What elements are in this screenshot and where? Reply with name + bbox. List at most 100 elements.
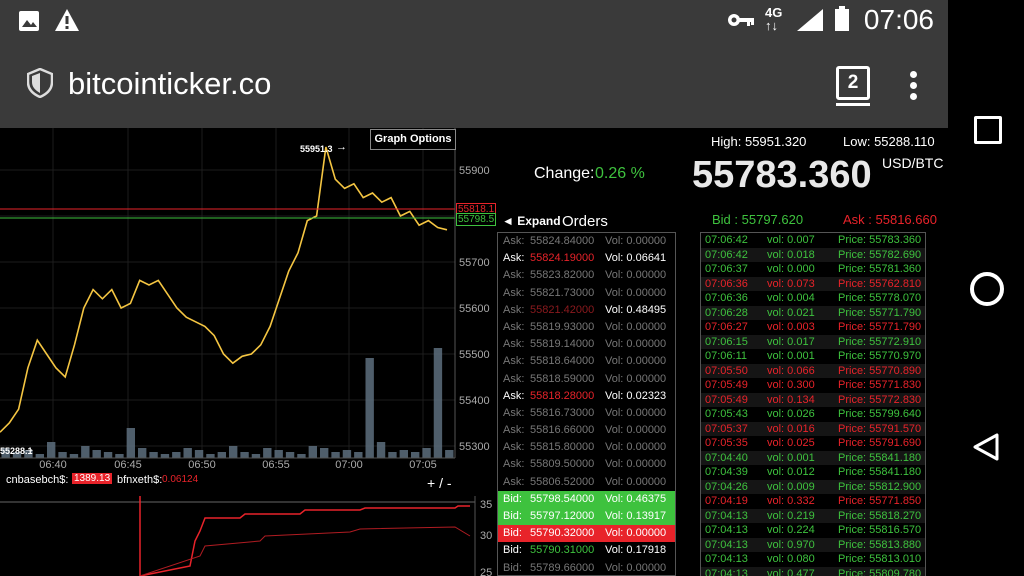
volume-bar (411, 452, 420, 458)
trade-row: 07:06:37 vol: 0.000 Price: 55781.360 (701, 262, 925, 277)
trade-row: 07:05:50 vol: 0.066 Price: 55770.890 (701, 363, 925, 378)
trade-volume: vol: 0.219 (767, 509, 815, 522)
trade-price: Price: 55762.810 (838, 277, 922, 290)
shield-icon[interactable] (27, 68, 53, 98)
depth-chart: 35 30 25 (0, 496, 492, 576)
back-button[interactable] (972, 432, 1000, 462)
order-price: 55823.82000 (530, 269, 595, 282)
trade-time: 07:06:42 (705, 248, 748, 261)
trade-time: 07:04:13 (705, 553, 748, 565)
order-row: Ask: 55824.19000 Vol: 0.06641 (498, 250, 675, 267)
trade-volume: vol: 0.477 (767, 567, 815, 576)
trade-price: Price: 55841.180 (838, 466, 922, 478)
volume-bar (399, 450, 408, 458)
order-row: Ask: 55818.64000 Vol: 0.00000 (498, 353, 675, 370)
order-volume: Vol: 0.00000 (605, 372, 667, 385)
order-row: Ask: 55821.73000 Vol: 0.00000 (498, 285, 675, 302)
battery-icon (835, 6, 849, 31)
trade-volume: vol: 0.001 (767, 350, 815, 362)
trade-volume: vol: 0.001 (767, 451, 815, 464)
trade-row: 07:04:13 vol: 0.219 Price: 55818.270 (701, 508, 925, 523)
y-tick-label: 55900 (459, 165, 490, 177)
order-price: 55824.19000 (530, 252, 595, 265)
y-tick-label: 55700 (459, 257, 490, 269)
trade-volume: vol: 0.021 (767, 306, 815, 319)
order-volume: Vol: 0.00000 (605, 475, 667, 488)
recents-button[interactable] (974, 116, 1002, 144)
order-volume: Vol: 0.13917 (605, 510, 667, 522)
volume-bar (160, 454, 170, 458)
trade-volume: vol: 0.016 (767, 422, 815, 435)
volume-bar (69, 454, 79, 458)
trade-row: 07:04:13 vol: 0.477 Price: 55809.780 (701, 566, 925, 576)
order-volume: Vol: 0.48495 (605, 303, 667, 316)
url-text[interactable]: bitcointicker.co (68, 66, 271, 102)
order-side: Bid: (503, 510, 522, 522)
trade-price: Price: 55791.570 (838, 422, 922, 435)
trade-volume: vol: 0.018 (767, 248, 815, 261)
volume-bar (251, 454, 261, 458)
trade-price: Price: 55771.790 (838, 306, 922, 319)
trade-volume: vol: 0.300 (767, 379, 815, 391)
volume-bar (217, 452, 226, 458)
order-row: Ask: 55818.59000 Vol: 0.00000 (498, 371, 675, 388)
order-row: Ask: 55821.42000 Vol: 0.48495 (498, 302, 675, 319)
order-side: Ask: (503, 252, 525, 265)
trade-price: Price: 55771.790 (838, 321, 922, 333)
volume-bar (388, 452, 397, 458)
order-volume: Vol: 0.00000 (605, 320, 667, 333)
trade-time: 07:05:37 (705, 422, 748, 435)
y-tick-label: 55600 (459, 303, 490, 315)
price-chart[interactable]: 55900558005570055600555005540055300 06:4… (0, 128, 497, 576)
order-side: Ask: (503, 303, 525, 316)
image-icon (19, 11, 39, 31)
volume-bar (126, 428, 135, 458)
volume-bar (297, 454, 306, 458)
order-volume: Vol: 0.00000 (605, 355, 667, 368)
trade-row: 07:06:42 vol: 0.018 Price: 55782.690 (701, 247, 925, 262)
volume-bar (376, 442, 386, 458)
order-price: 55789.66000 (530, 561, 595, 574)
key-icon (728, 14, 754, 26)
trade-row: 07:06:11 vol: 0.001 Price: 55770.970 (701, 349, 925, 364)
graph-options-button[interactable]: Graph Options (370, 129, 456, 150)
order-book[interactable]: Ask: 55824.84000 Vol: 0.00000 Ask: 55824.190… (497, 232, 676, 576)
trade-row: 07:06:36 vol: 0.004 Price: 55778.070 (701, 291, 925, 306)
trade-time: 07:06:11 (705, 350, 748, 362)
order-price: 55806.52000 (530, 475, 595, 488)
expand-button[interactable]: ◄ Expand (502, 214, 561, 228)
order-price: 55798.54000 (530, 492, 595, 505)
trade-volume: vol: 0.004 (767, 292, 815, 304)
trade-volume: vol: 0.080 (767, 553, 815, 565)
trade-history[interactable]: 07:06:42 vol: 0.007 Price: 55783.360 07:06:… (700, 232, 926, 576)
zoom-toggle[interactable]: + / - (427, 475, 452, 491)
x-tick-label: 07:00 (335, 459, 363, 471)
trade-time: 07:05:49 (705, 393, 748, 406)
trade-price: Price: 55783.360 (838, 234, 922, 246)
home-button[interactable] (970, 272, 1004, 306)
volume-bar (172, 452, 181, 458)
trade-time: 07:04:39 (705, 466, 748, 478)
order-price: 55819.93000 (530, 320, 595, 333)
change-label: Change: (534, 165, 595, 182)
trade-time: 07:04:13 (705, 524, 748, 536)
x-tick-label: 07:05 (409, 459, 437, 471)
order-price: 55790.32000 (530, 527, 595, 540)
volume-bar (47, 442, 56, 458)
volume-bar (138, 448, 147, 458)
ticker-left-name: cnbasebch$: (6, 474, 69, 486)
order-volume: Vol: 0.00000 (605, 527, 667, 540)
best-ask: Ask : 55816.660 (843, 212, 937, 227)
trade-price: Price: 55771.830 (838, 379, 922, 391)
trade-time: 07:06:36 (705, 277, 748, 290)
trade-time: 07:06:42 (705, 234, 748, 246)
trade-row: 07:06:15 vol: 0.017 Price: 55772.910 (701, 334, 925, 349)
tab-switcher-button[interactable]: 2 (836, 66, 870, 106)
order-side: Ask: (503, 320, 525, 333)
trade-volume: vol: 0.007 (767, 234, 815, 246)
trade-time: 07:06:36 (705, 292, 748, 304)
trade-price: Price: 55781.360 (838, 263, 922, 275)
trade-price: Price: 55816.570 (838, 524, 922, 536)
order-row: Ask: 55816.66000 Vol: 0.00000 (498, 422, 675, 439)
volume-bar (354, 452, 363, 458)
